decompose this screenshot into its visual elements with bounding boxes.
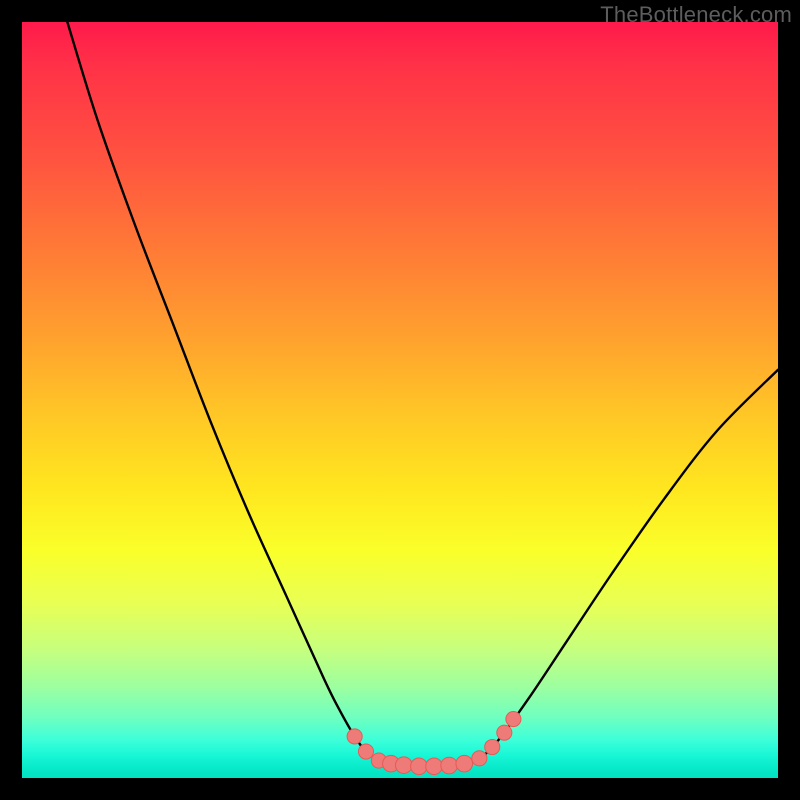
data-marker — [347, 729, 362, 744]
data-marker — [358, 744, 373, 759]
data-marker — [472, 751, 487, 766]
data-marker — [485, 739, 500, 754]
bottleneck-curve — [67, 22, 778, 767]
curve-group — [67, 22, 778, 767]
data-marker — [456, 755, 473, 772]
data-marker — [497, 725, 512, 740]
data-marker — [506, 711, 521, 726]
outer-frame: TheBottleneck.com — [0, 0, 800, 800]
chart-svg — [22, 22, 778, 778]
data-marker — [395, 757, 412, 774]
data-marker — [426, 758, 443, 775]
data-marker — [411, 758, 428, 775]
marker-group — [347, 711, 521, 774]
data-marker — [441, 757, 458, 774]
